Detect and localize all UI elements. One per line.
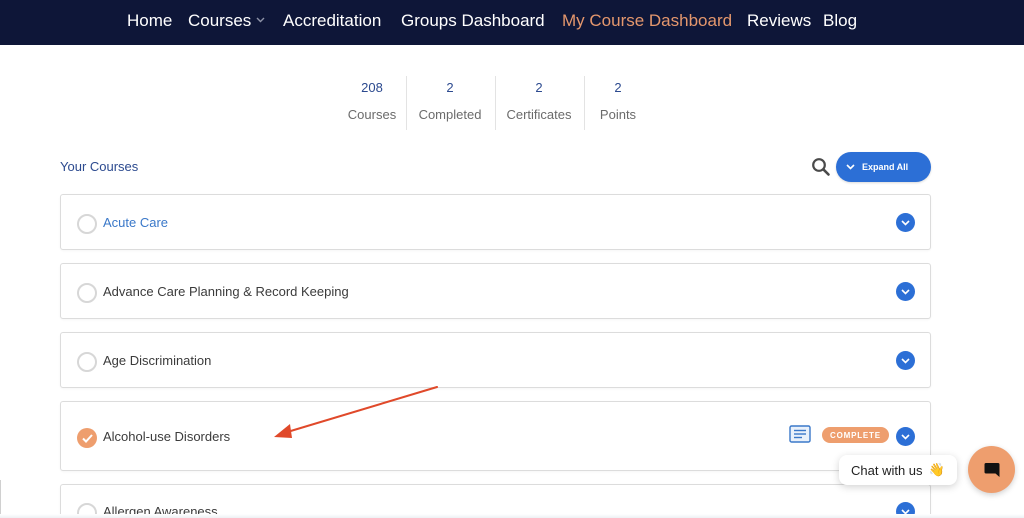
your-courses-heading: Your Courses — [60, 159, 139, 174]
stat-label: Certificates — [506, 107, 572, 122]
progress-circle-icon — [77, 352, 97, 372]
stat-completed: 2 Completed — [405, 78, 495, 122]
chevron-down-icon — [846, 164, 855, 170]
stat-certificates: 2 Certificates — [494, 78, 584, 122]
nav-accreditation[interactable]: Accreditation — [283, 11, 381, 31]
stat-value: 2 — [614, 80, 622, 95]
divider — [0, 480, 1, 518]
stat-courses: 208 Courses — [327, 78, 417, 122]
chat-bubble-text: Chat with us — [851, 462, 923, 478]
status-badge: COMPLETE — [822, 427, 889, 443]
chevron-down-icon[interactable] — [896, 427, 915, 446]
course-card-age-discrimination[interactable]: Age Discrimination — [60, 332, 931, 388]
certificate-icon[interactable] — [789, 425, 811, 443]
course-title[interactable]: Acute Care — [103, 215, 168, 230]
progress-circle-icon — [77, 214, 97, 234]
stat-label: Courses — [347, 107, 397, 122]
nav-courses[interactable]: Courses — [188, 11, 265, 31]
course-card-alcohol-use-disorders[interactable]: Alcohol-use Disorders COMPLETE — [60, 401, 931, 471]
course-title[interactable]: Alcohol-use Disorders — [103, 429, 230, 444]
stat-value: 2 — [446, 80, 454, 95]
course-title[interactable]: Advance Care Planning & Record Keeping — [103, 284, 349, 299]
stat-label: Completed — [418, 107, 482, 122]
stat-value: 2 — [535, 80, 543, 95]
chat-with-us-bubble[interactable]: Chat with us 👋 — [839, 455, 957, 485]
chevron-down-icon[interactable] — [896, 213, 915, 232]
progress-circle-icon — [77, 283, 97, 303]
chevron-down-icon[interactable] — [896, 351, 915, 370]
nav-groups-dashboard[interactable]: Groups Dashboard — [401, 11, 545, 31]
checkmark-icon — [77, 428, 97, 448]
chat-launcher-button[interactable] — [968, 446, 1015, 493]
course-card-advance-care-planning[interactable]: Advance Care Planning & Record Keeping — [60, 263, 931, 319]
chevron-down-icon — [256, 17, 265, 23]
top-navigation: Home Courses Accreditation Groups Dashbo… — [0, 0, 1024, 45]
course-card-acute-care[interactable]: Acute Care — [60, 194, 931, 250]
nav-blog[interactable]: Blog — [823, 11, 857, 31]
nav-courses-label: Courses — [188, 11, 252, 30]
stat-label: Points — [599, 107, 637, 122]
nav-home[interactable]: Home — [127, 11, 172, 31]
search-icon[interactable] — [811, 157, 831, 177]
stat-points: 2 Points — [573, 78, 663, 122]
course-title[interactable]: Age Discrimination — [103, 353, 211, 368]
expand-all-label: Expand All — [862, 162, 909, 172]
nav-reviews[interactable]: Reviews — [747, 11, 811, 31]
nav-my-course-dashboard[interactable]: My Course Dashboard — [562, 11, 732, 31]
course-card-allergen-awareness[interactable]: Allergen Awareness — [60, 484, 931, 518]
stat-value: 208 — [361, 80, 383, 95]
chat-bubble-icon — [984, 462, 999, 477]
waving-hand-icon: 👋 — [928, 462, 945, 477]
expand-all-button[interactable]: Expand All — [836, 152, 931, 182]
chevron-down-icon[interactable] — [896, 282, 915, 301]
divider — [0, 514, 1024, 518]
